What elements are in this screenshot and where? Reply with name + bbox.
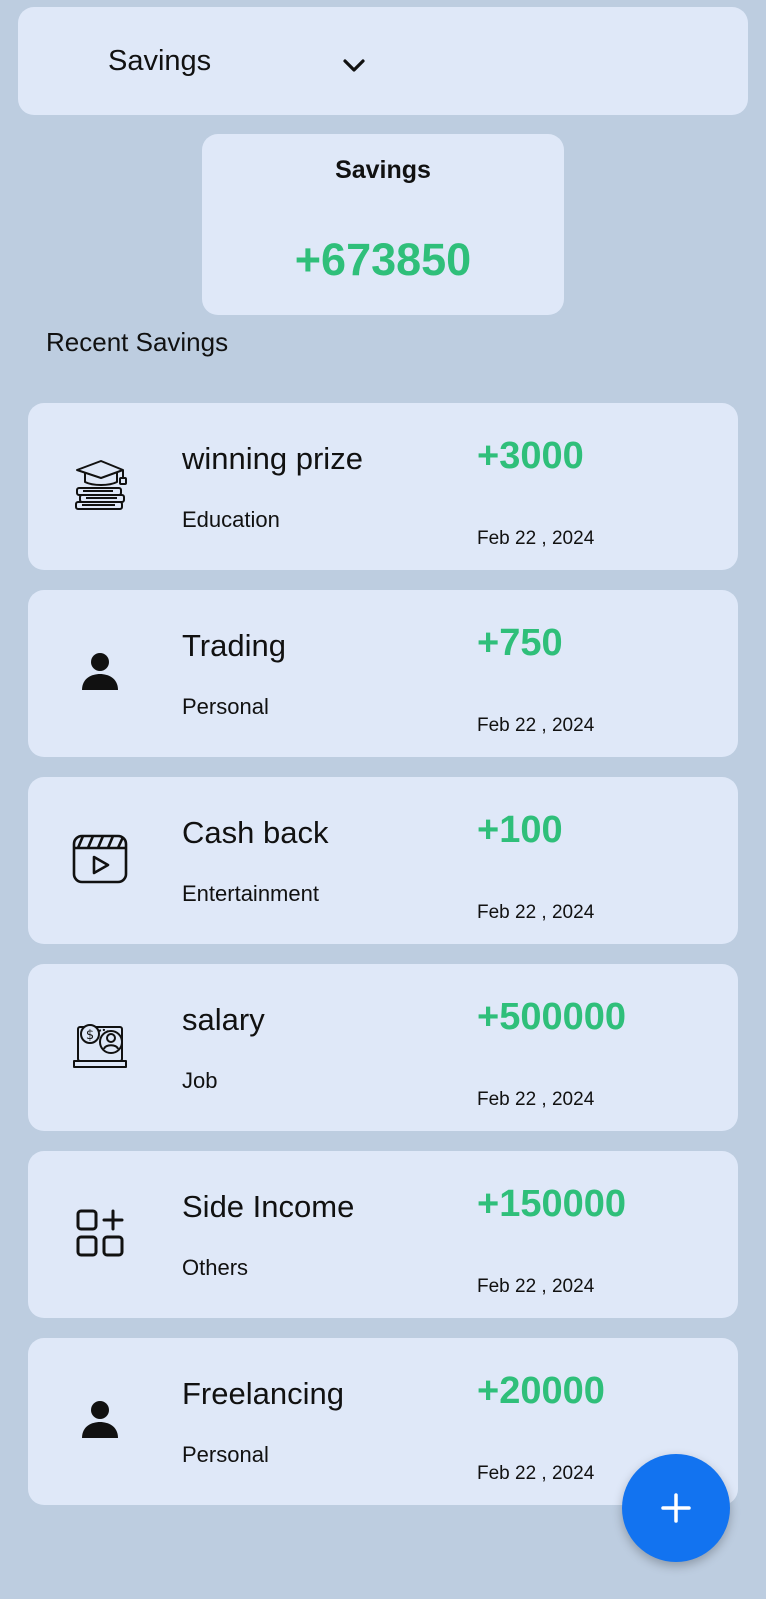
transaction-title: Side Income	[182, 1189, 355, 1224]
plus-icon	[661, 1493, 691, 1523]
transaction-amount: +500000	[477, 996, 626, 1038]
transaction-amount: +20000	[477, 1370, 605, 1412]
transaction-title: Trading	[182, 628, 286, 663]
transaction-amount: +150000	[477, 1183, 626, 1225]
transaction-title: winning prize	[182, 441, 363, 476]
transaction-card[interactable]: winning prize Education +3000 Feb 22 , 2…	[28, 403, 738, 570]
transaction-category: Education	[182, 507, 280, 532]
transaction-date: Feb 22 , 2024	[477, 715, 595, 736]
transaction-category: Personal	[182, 694, 269, 719]
transaction-date: Feb 22 , 2024	[477, 528, 595, 549]
transaction-date: Feb 22 , 2024	[477, 902, 595, 923]
transaction-amount: +3000	[477, 435, 584, 477]
salary-icon: $	[70, 1016, 130, 1076]
person-icon	[70, 642, 130, 702]
person-icon	[70, 1390, 130, 1450]
svg-text:$: $	[86, 1028, 94, 1043]
transaction-title: Freelancing	[182, 1376, 344, 1411]
apps-grid-icon	[70, 1203, 130, 1263]
transaction-category: Job	[182, 1068, 218, 1093]
transaction-amount: +750	[477, 622, 563, 664]
transaction-category: Others	[182, 1255, 249, 1280]
transaction-card[interactable]: Trading Personal +750 Feb 22 , 2024	[28, 590, 738, 757]
recent-savings-heading: Recent Savings	[46, 327, 229, 357]
transaction-date: Feb 22 , 2024	[477, 1089, 595, 1110]
savings-total-title: Savings	[335, 156, 431, 184]
transaction-amount: +100	[477, 809, 563, 851]
transaction-date: Feb 22 , 2024	[477, 1276, 595, 1297]
transaction-category: Entertainment	[182, 881, 319, 906]
category-dropdown[interactable]: Savings	[18, 7, 748, 115]
transaction-title: Cash back	[182, 815, 329, 850]
transaction-category: Personal	[182, 1442, 269, 1467]
dropdown-selected-label: Savings	[108, 45, 212, 77]
transaction-card[interactable]: Side Income Others +150000 Feb 22 , 2024	[28, 1151, 738, 1318]
transaction-card[interactable]: $ salary Job +500000 Feb 22 , 2024	[28, 964, 738, 1131]
transaction-card[interactable]: Cash back Entertainment +100 Feb 22 , 20…	[28, 777, 738, 944]
education-icon	[70, 455, 130, 515]
savings-total-card: Savings +673850	[202, 134, 564, 315]
transaction-title: salary	[182, 1002, 265, 1037]
chevron-down-icon	[343, 59, 365, 72]
savings-total-amount: +673850	[294, 234, 472, 285]
add-saving-button[interactable]	[622, 1454, 730, 1562]
video-clapper-icon	[70, 829, 130, 889]
transaction-date: Feb 22 , 2024	[477, 1463, 595, 1484]
